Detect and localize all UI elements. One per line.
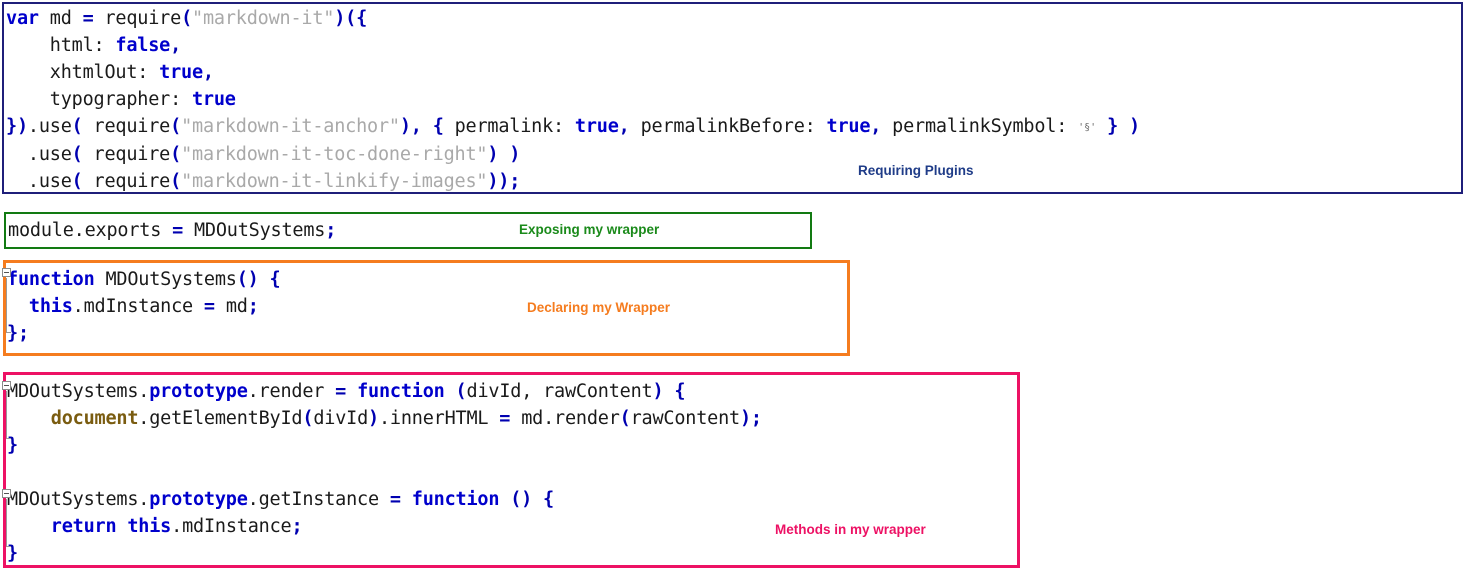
annotation-exposing-my-wrapper: Exposing my wrapper: [519, 222, 660, 237]
code-text-module-exports[interactable]: module.exports = MDOutSystems;: [6, 214, 336, 244]
fold-collapse-icon-getinstance[interactable]: [2, 489, 11, 498]
annotation-declaring-my-wrapper: Declaring my Wrapper: [527, 300, 671, 315]
fold-line-constructor: [6, 278, 7, 332]
code-block-requiring-plugins: var md = require("markdown-it")({ html: …: [2, 2, 1463, 194]
fold-end-constructor: [6, 332, 11, 333]
annotation-requiring-plugins: Requiring Plugins: [858, 163, 974, 178]
code-text-constructor[interactable]: function MDOutSystems() { this.mdInstanc…: [6, 263, 281, 347]
fold-end-render: [6, 438, 11, 439]
fold-end-getinstance: [6, 546, 11, 547]
code-block-constructor: function MDOutSystems() { this.mdInstanc…: [3, 260, 850, 356]
fold-collapse-icon-constructor[interactable]: [2, 268, 11, 277]
fold-line-getinstance: [6, 499, 7, 546]
code-text-prototype-methods[interactable]: MDOutSystems.prototype.render = function…: [6, 375, 762, 565]
fold-collapse-icon-render[interactable]: [2, 381, 11, 390]
code-block-module-exports: module.exports = MDOutSystems;: [4, 212, 812, 249]
code-block-prototype-methods: MDOutSystems.prototype.render = function…: [3, 372, 1020, 568]
fold-line-render: [6, 391, 7, 438]
annotation-methods-in-my-wrapper: Methods in my wrapper: [775, 522, 926, 537]
code-screenshot-page: { "colors": { "block1_border": "#1f1f7a"…: [0, 0, 1465, 582]
